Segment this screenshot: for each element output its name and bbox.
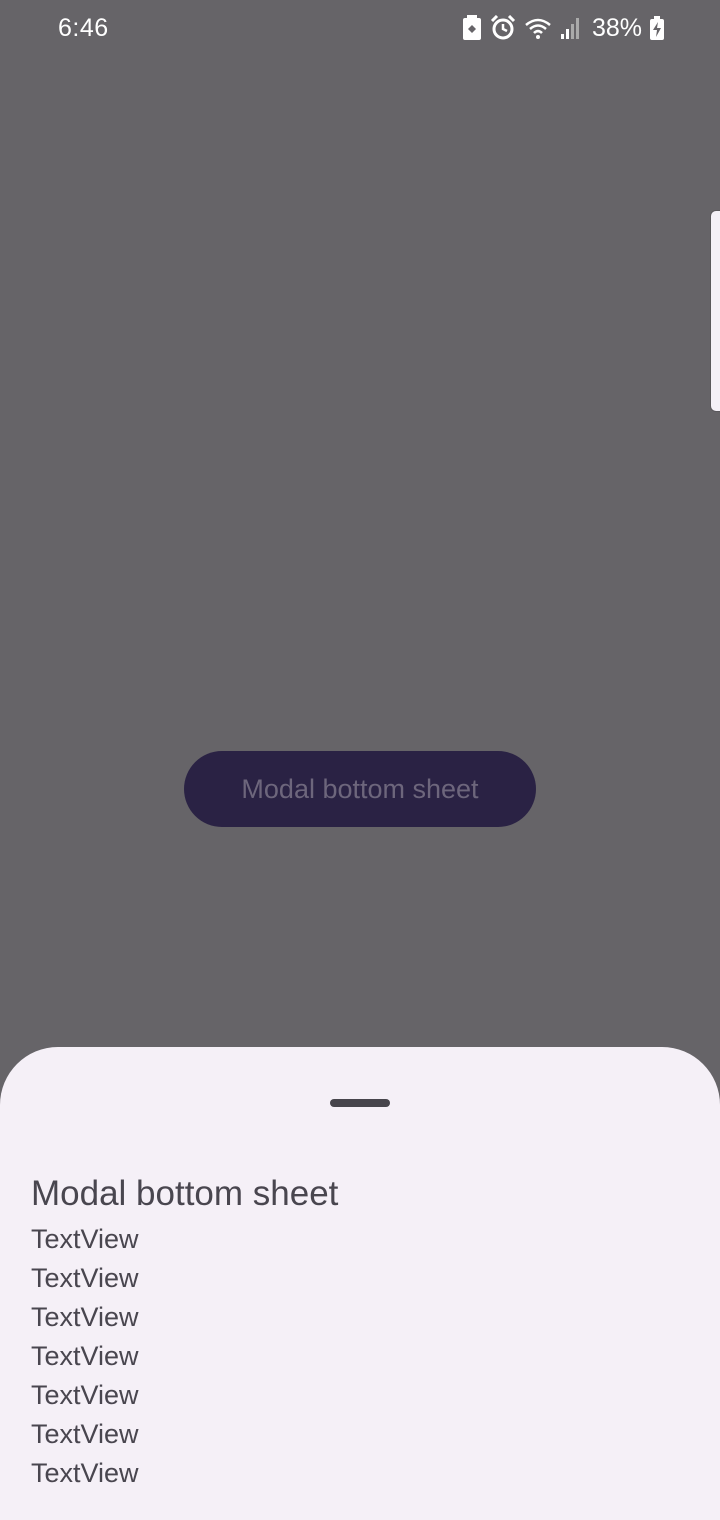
- list-item: TextView: [31, 1341, 139, 1371]
- sheet-text-list: TextView TextView TextView TextView Text…: [31, 1220, 139, 1493]
- status-icons: 38%: [462, 12, 664, 44]
- open-modal-bottom-sheet-button[interactable]: Modal bottom sheet: [184, 751, 536, 827]
- edge-panel-handle[interactable]: [710, 210, 720, 412]
- sheet-title: Modal bottom sheet: [31, 1174, 339, 1213]
- modal-bottom-sheet: Modal bottom sheet TextView TextView Tex…: [0, 1047, 720, 1520]
- status-bar: 6:46 38%: [0, 0, 720, 58]
- drag-handle[interactable]: [330, 1099, 390, 1107]
- battery-charging-icon: [650, 16, 664, 40]
- signal-icon: [560, 16, 582, 40]
- list-item: TextView: [31, 1380, 139, 1410]
- alarm-icon: [490, 15, 516, 41]
- battery-percentage: 38%: [591, 13, 642, 42]
- battery-saver-icon: [462, 15, 482, 41]
- list-item: TextView: [31, 1458, 139, 1488]
- wifi-icon: [524, 16, 552, 40]
- list-item: TextView: [31, 1263, 139, 1293]
- list-item: TextView: [31, 1224, 139, 1254]
- list-item: TextView: [31, 1419, 139, 1449]
- list-item: TextView: [31, 1302, 139, 1332]
- status-time: 6:46: [58, 14, 109, 42]
